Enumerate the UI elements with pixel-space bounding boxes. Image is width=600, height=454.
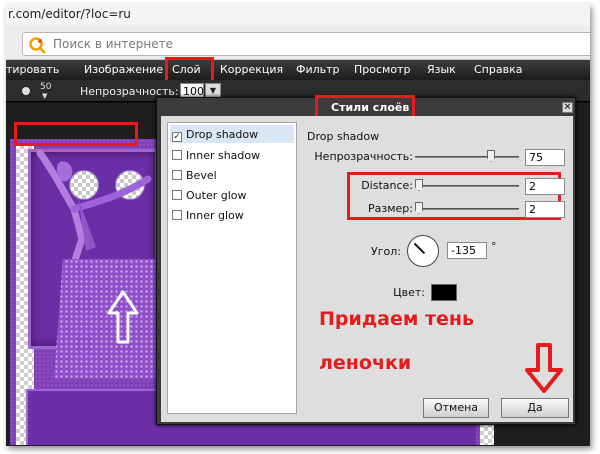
angle-degree-unit: ° (491, 240, 497, 253)
brush-size-value[interactable]: 50 (40, 82, 51, 92)
style-item-label: Inner glow (186, 209, 244, 222)
angle-field[interactable]: -135 (447, 242, 487, 259)
style-item-label: Inner shadow (186, 149, 261, 162)
style-item-outer-glow[interactable]: Outer glow (172, 189, 247, 202)
size-label: Размер: (368, 202, 413, 215)
cancel-button[interactable]: Отмена (423, 398, 489, 418)
screenshot-frame: r.com/editor/?loc=ru тировать Изображени… (6, 4, 590, 446)
search-toolbar (6, 26, 590, 60)
size-field[interactable]: 2 (525, 201, 565, 218)
ribbon-bow-graphic (36, 149, 152, 273)
angle-label: Угол: (371, 245, 401, 258)
menu-item-language[interactable]: Язык (427, 63, 456, 76)
distance-slider[interactable] (415, 185, 519, 187)
distance-label: Distance: (361, 179, 413, 192)
menu-item-filter[interactable]: Фильтр (296, 63, 340, 76)
style-item-label: Drop shadow (186, 128, 259, 141)
style-item-label: Bevel (186, 169, 217, 182)
annotation-text-line-1: Придаем тень (319, 308, 475, 330)
style-item-label: Outer glow (186, 189, 247, 202)
brush-preview-icon[interactable] (22, 87, 30, 95)
menu-item-view[interactable]: Просмотр (354, 63, 410, 76)
size-slider[interactable] (415, 208, 519, 210)
close-button[interactable]: × (562, 102, 573, 113)
checkbox-checked-icon[interactable]: ✓ (172, 132, 182, 142)
options-title: Drop shadow (307, 130, 380, 143)
checkbox-icon[interactable] (172, 190, 182, 200)
color-label: Цвет: (393, 286, 425, 299)
menu-item-image[interactable]: Изображение (84, 63, 163, 76)
style-list: ✓ Drop shadow Inner shadow Bevel Outer gl… (167, 122, 297, 414)
shadow-opacity-field[interactable]: 75 (525, 149, 565, 166)
style-item-inner-glow[interactable]: Inner glow (172, 209, 244, 222)
ok-button[interactable]: Да (501, 398, 569, 418)
menu-item-adjustments[interactable]: Коррекция (220, 63, 283, 76)
down-arrow-icon (525, 343, 563, 393)
menu-item-edit[interactable]: тировать (6, 63, 59, 76)
shadow-opacity-slider-handle[interactable] (487, 150, 495, 162)
distance-field[interactable]: 2 (525, 178, 565, 195)
menu-item-help[interactable]: Справка (474, 63, 522, 76)
layer-styles-dialog: Стили слоёв × ✓ Drop shadow Inner shadow … (156, 95, 576, 425)
checkbox-icon[interactable] (172, 150, 182, 160)
style-item-inner-shadow[interactable]: Inner shadow (172, 149, 260, 162)
brush-size-caret-icon[interactable]: ▼ (42, 92, 47, 100)
search-box[interactable] (22, 32, 590, 56)
style-item-drop-shadow[interactable]: ✓ Drop shadow (172, 128, 258, 142)
address-text: r.com/editor/?loc=ru (8, 7, 131, 21)
style-item-bevel[interactable]: Bevel (172, 169, 217, 182)
angle-dial-needle (413, 242, 426, 255)
up-arrow-icon (107, 290, 139, 344)
shadow-color-swatch[interactable] (431, 284, 457, 301)
search-engine-icon (29, 37, 46, 54)
address-bar[interactable]: r.com/editor/?loc=ru (6, 4, 590, 26)
annotation-text-line-2: леночки (319, 352, 412, 374)
angle-dial[interactable] (407, 235, 439, 267)
search-input[interactable] (53, 36, 553, 52)
drop-shadow-highlight (14, 122, 138, 146)
checkbox-icon[interactable] (172, 170, 182, 180)
shadow-opacity-label: Непрозрачность: (314, 150, 413, 163)
checkbox-icon[interactable] (172, 210, 182, 220)
shadow-opacity-slider[interactable] (415, 156, 519, 158)
main-menu-bar: тировать Изображение Слой Коррекция Филь… (6, 60, 590, 80)
dialog-body: ✓ Drop shadow Inner shadow Bevel Outer gl… (161, 116, 573, 422)
